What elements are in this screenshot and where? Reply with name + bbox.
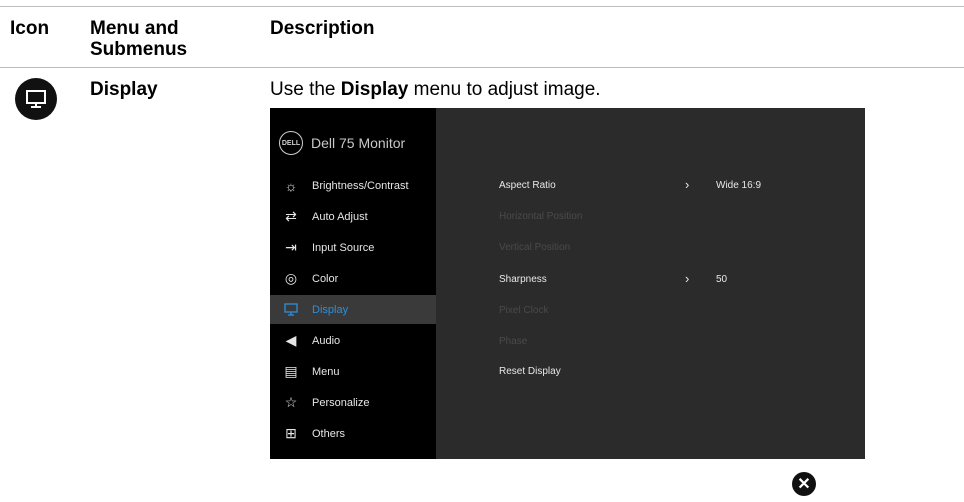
menu-icon: ▤	[284, 363, 298, 379]
display-icon	[283, 302, 299, 318]
setting-sharpness[interactable]: Sharpness	[499, 274, 547, 290]
input-source-icon: ⇥	[285, 239, 297, 255]
menu-item-brightness-contrast[interactable]: ☼ Brightness/Contrast	[270, 171, 436, 200]
setting-pixel-clock: Pixel Clock	[499, 305, 549, 316]
menu-item-label: Others	[312, 427, 346, 440]
menu-item-menu[interactable]: ▤ Menu	[270, 357, 436, 386]
section-description: Use the Display menu to adjust image.	[270, 79, 601, 100]
close-icon[interactable]: ✕	[792, 472, 816, 496]
header-menu-col: Menu and Submenus	[90, 18, 188, 60]
menu-item-input-source[interactable]: ⇥ Input Source	[270, 233, 436, 262]
setting-reset-display[interactable]: Reset Display	[499, 366, 561, 382]
color-icon: ◎	[284, 270, 298, 286]
setting-aspect-ratio[interactable]: Aspect Ratio	[499, 180, 556, 196]
section-title: Display	[90, 79, 158, 100]
setting-value-aspect-ratio: Wide 16:9	[716, 180, 762, 191]
setting-phase: Phase	[499, 336, 528, 347]
monitor-name: Dell 75 Monitor	[311, 135, 406, 151]
chevron-right-icon: ›	[685, 271, 690, 286]
menu-item-label: Audio	[312, 334, 341, 347]
brightness-icon: ☼	[284, 177, 298, 194]
menu-item-display[interactable]: Display	[270, 295, 436, 324]
setting-value-sharpness: 50	[716, 274, 728, 285]
others-icon: ⊞	[285, 425, 297, 441]
menu-item-label: Color	[312, 272, 339, 285]
dell-logo: DELL	[279, 131, 303, 155]
osd-brand: DELL Dell 75 Monitor	[279, 130, 405, 156]
menu-item-label: Brightness/Contrast	[312, 179, 409, 192]
audio-icon: ◀	[285, 332, 297, 348]
header-rule	[0, 67, 964, 68]
menu-item-others[interactable]: ⊞ Others	[270, 419, 436, 448]
menu-item-label: Menu	[312, 365, 340, 378]
osd-sidebar: DELL Dell 75 Monitor ☼ Brightness/Contra…	[270, 108, 436, 459]
auto-adjust-icon: ⇄	[285, 208, 297, 224]
menu-item-label: Display	[312, 303, 349, 316]
menu-item-audio[interactable]: ◀ Audio	[270, 326, 436, 355]
menu-item-label: Input Source	[312, 241, 375, 254]
setting-horizontal-position: Horizontal Position	[499, 211, 583, 222]
menu-item-label: Auto Adjust	[312, 210, 368, 223]
chevron-right-icon: ›	[685, 177, 690, 192]
header-desc-col: Description	[270, 18, 375, 39]
header-icon-col: Icon	[10, 18, 50, 39]
menu-item-auto-adjust[interactable]: ⇄ Auto Adjust	[270, 202, 436, 231]
menu-item-label: Personalize	[312, 396, 370, 409]
menu-item-personalize[interactable]: ☆ Personalize	[270, 388, 436, 417]
setting-vertical-position: Vertical Position	[499, 242, 571, 253]
display-icon	[15, 78, 57, 120]
osd-screenshot: DELL Dell 75 Monitor ☼ Brightness/Contra…	[270, 108, 865, 459]
menu-item-color[interactable]: ◎ Color	[270, 264, 436, 293]
top-rule	[0, 6, 964, 7]
star-icon: ☆	[284, 394, 298, 410]
